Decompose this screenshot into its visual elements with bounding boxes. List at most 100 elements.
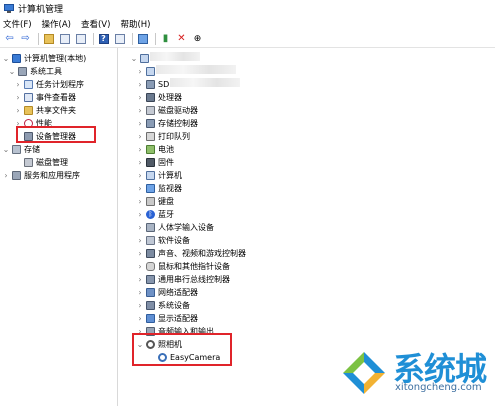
tree-item-system-tools[interactable]: ⌄ 系统工具 xyxy=(8,65,62,77)
device-category-label: 蓝牙 xyxy=(158,209,174,219)
chevron-right-icon[interactable]: › xyxy=(136,288,144,297)
device-category-computer[interactable]: › 计算机 xyxy=(136,169,182,181)
shared-folder-icon xyxy=(24,105,33,115)
computer-icon xyxy=(140,53,149,63)
back-arrow-icon[interactable]: ⇦ xyxy=(3,33,16,46)
view-icon[interactable] xyxy=(113,33,126,46)
chevron-right-icon[interactable]: › xyxy=(136,80,144,89)
disk-management-icon xyxy=(24,157,33,167)
chevron-right-icon[interactable]: › xyxy=(136,158,144,167)
chevron-right-icon[interactable]: › xyxy=(136,67,144,76)
properties-icon[interactable] xyxy=(74,33,87,46)
tree-item-label: 事件查看器 xyxy=(36,92,76,102)
chevron-right-icon[interactable]: › xyxy=(136,262,144,271)
tree-item-computer-management[interactable]: ⌄ 计算机管理(本地) xyxy=(2,52,86,64)
bluetooth-icon: ᛒ xyxy=(146,209,155,219)
usb-icon xyxy=(146,274,155,284)
tree-item-event-viewer[interactable]: › 事件查看器 xyxy=(14,91,76,103)
device-category-bluetooth[interactable]: › ᛒ 蓝牙 xyxy=(136,208,174,220)
device-category-monitors[interactable]: › 监视器 xyxy=(136,182,182,194)
chevron-right-icon[interactable]: › xyxy=(136,145,144,154)
watermark: 系统城 xitongcheng.com xyxy=(339,338,489,402)
tree-item-label: 系统工具 xyxy=(30,66,62,76)
chevron-right-icon[interactable]: › xyxy=(136,132,144,141)
chevron-right-icon[interactable]: › xyxy=(14,106,22,115)
device-root[interactable]: ⌄ xyxy=(130,52,152,64)
hid-icon xyxy=(146,222,155,232)
computer-icon xyxy=(146,170,155,180)
chevron-right-icon[interactable]: › xyxy=(136,197,144,206)
device-category-firmware[interactable]: › 固件 xyxy=(136,156,174,168)
tree-item-services-and-applications[interactable]: › 服务和应用程序 xyxy=(2,169,80,181)
show-hide-tree-icon[interactable] xyxy=(58,33,71,46)
device-category-batteries[interactable]: › 电池 xyxy=(136,143,174,155)
chevron-right-icon[interactable]: › xyxy=(136,314,144,323)
device-category-disk-drives[interactable]: › 磁盘驱动器 xyxy=(136,104,198,116)
toolbar-separator xyxy=(93,33,94,45)
chevron-right-icon[interactable]: › xyxy=(136,184,144,193)
menu-view[interactable]: 查看(V) xyxy=(81,18,110,30)
chevron-right-icon[interactable]: › xyxy=(136,223,144,232)
device-category-label: 处理器 xyxy=(158,92,182,102)
network-adapter-icon xyxy=(146,287,155,297)
tree-item-shared-folders[interactable]: › 共享文件夹 xyxy=(14,104,76,116)
device-category-software-devices[interactable]: › 软件设备 xyxy=(136,234,190,246)
device-category-hid[interactable]: › 人体学输入设备 xyxy=(136,221,214,233)
device-category-display-adapters[interactable]: › 显示适配器 xyxy=(136,312,198,324)
device-category-label: 磁盘驱动器 xyxy=(158,105,198,115)
menu-help[interactable]: 帮助(H) xyxy=(120,18,150,30)
device-category-processor[interactable]: › 处理器 xyxy=(136,91,182,103)
storage-controller-icon xyxy=(146,118,155,128)
device-category-keyboards[interactable]: › 键盘 xyxy=(136,195,174,207)
device-category-network-adapters[interactable]: › 网络适配器 xyxy=(136,286,198,298)
tree-item-storage[interactable]: ⌄ 存储 xyxy=(2,143,40,155)
chevron-down-icon[interactable]: ⌄ xyxy=(2,54,10,63)
chevron-right-icon[interactable]: › xyxy=(136,119,144,128)
scan-download-icon[interactable]: ⊕ xyxy=(191,33,204,46)
help-icon[interactable]: ? xyxy=(97,33,110,46)
chevron-right-icon[interactable]: › xyxy=(136,236,144,245)
battery-icon xyxy=(146,144,155,154)
tree-item-label: 存储 xyxy=(24,144,40,154)
uninstall-x-icon[interactable]: ✕ xyxy=(175,33,188,46)
chevron-right-icon[interactable]: › xyxy=(136,301,144,310)
software-device-icon xyxy=(146,235,155,245)
chevron-right-icon[interactable]: › xyxy=(136,249,144,258)
device-category-sd[interactable]: › SD xyxy=(136,78,169,90)
toolbar: ⇦ ⇨ ? ▮ ✕ ⊕ xyxy=(0,31,495,48)
chevron-down-icon[interactable]: ⌄ xyxy=(130,54,138,63)
chevron-right-icon[interactable]: › xyxy=(14,80,22,89)
tree-item-disk-management[interactable]: 磁盘管理 xyxy=(14,156,68,168)
update-driver-icon[interactable]: ▮ xyxy=(159,33,172,46)
device-category-sound-video-game[interactable]: › 声音、视频和游戏控制器 xyxy=(136,247,246,259)
device-category-system-devices[interactable]: › 系统设备 xyxy=(136,299,190,311)
device-category-label: 软件设备 xyxy=(158,235,190,245)
camera-highlight-box xyxy=(132,333,232,366)
chevron-right-icon[interactable]: › xyxy=(2,171,10,180)
chevron-right-icon[interactable]: › xyxy=(136,106,144,115)
chevron-right-icon[interactable]: › xyxy=(136,93,144,102)
up-folder-icon[interactable] xyxy=(42,33,55,46)
chevron-right-icon[interactable]: › xyxy=(136,171,144,180)
chevron-right-icon[interactable]: › xyxy=(136,210,144,219)
chevron-right-icon[interactable]: › xyxy=(136,275,144,284)
device-category-label: 监视器 xyxy=(158,183,182,193)
chevron-down-icon[interactable]: ⌄ xyxy=(2,145,10,154)
device-category-label: 存储控制器 xyxy=(158,118,198,128)
device-category-label: 计算机 xyxy=(158,170,182,180)
event-viewer-icon xyxy=(24,92,33,102)
monitor-icon[interactable] xyxy=(136,33,149,46)
device-category[interactable]: › xyxy=(136,65,158,77)
device-category-label: 键盘 xyxy=(158,196,174,206)
menu-action[interactable]: 操作(A) xyxy=(42,18,71,30)
forward-arrow-icon[interactable]: ⇨ xyxy=(19,33,32,46)
tree-item-task-scheduler[interactable]: › 任务计划程序 xyxy=(14,78,84,90)
menu-file[interactable]: 文件(F) xyxy=(3,18,32,30)
tree-item-label: 共享文件夹 xyxy=(36,105,76,115)
device-category-usb-controllers[interactable]: › 通用串行总线控制器 xyxy=(136,273,230,285)
chevron-right-icon[interactable]: › xyxy=(14,93,22,102)
device-category-print-queues[interactable]: › 打印队列 xyxy=(136,130,190,142)
chevron-down-icon[interactable]: ⌄ xyxy=(8,67,16,76)
device-category-mice[interactable]: › 鼠标和其他指针设备 xyxy=(136,260,230,272)
device-category-storage-controllers[interactable]: › 存储控制器 xyxy=(136,117,198,129)
